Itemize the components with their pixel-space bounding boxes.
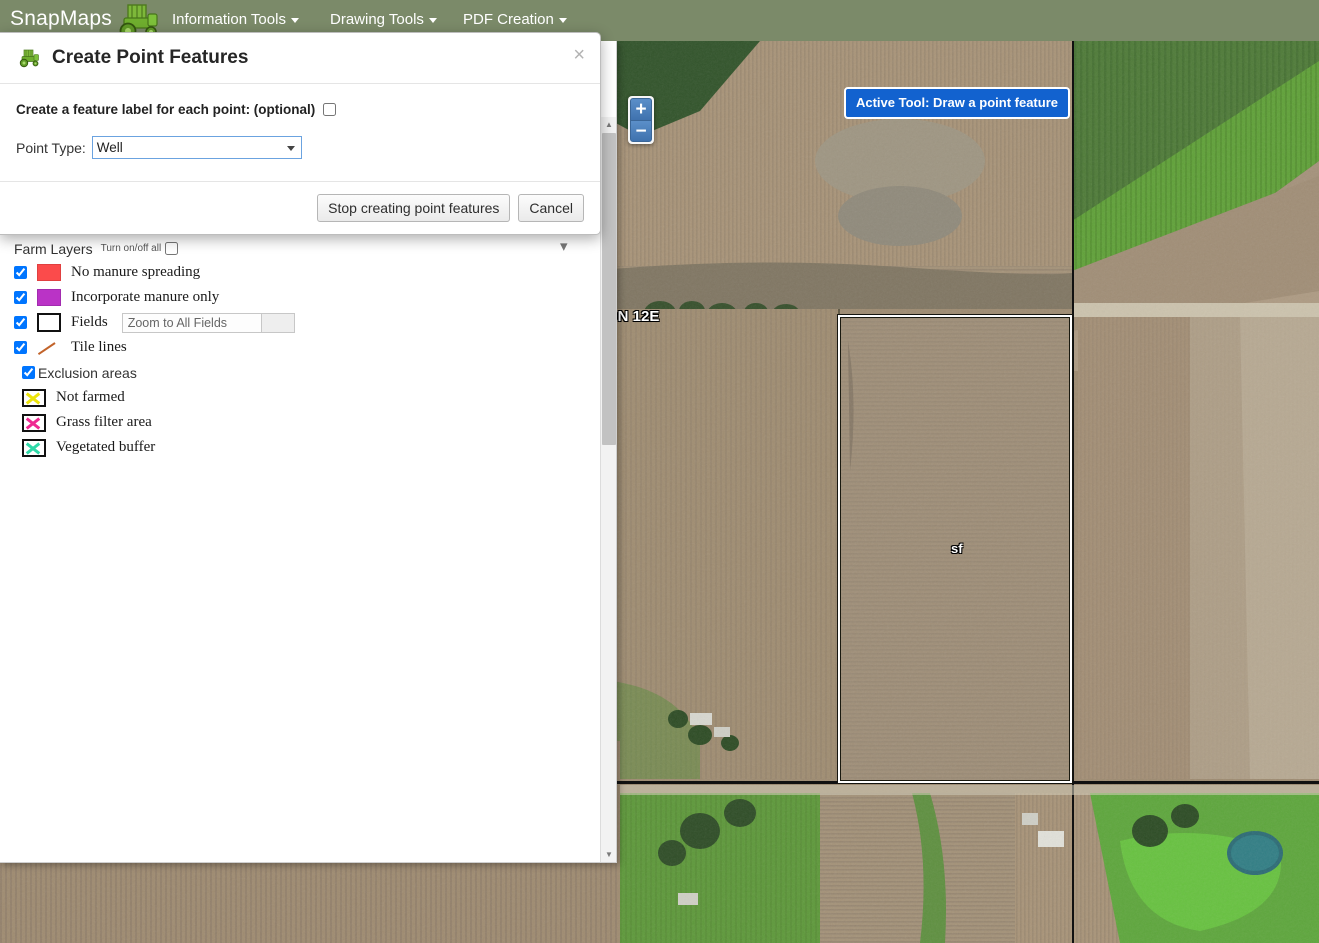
vegetated-buffer-swatch-icon	[22, 438, 46, 457]
tile-lines-swatch-icon	[37, 339, 61, 356]
not-farmed-swatch-icon	[22, 388, 46, 407]
feature-label-text: Create a feature label for each point: (…	[16, 102, 316, 117]
sidebar-scrollbar[interactable]: ▲ ▼	[600, 117, 616, 862]
group-toggle-all-checkbox-farm[interactable]	[165, 242, 179, 255]
grass-filter-area-swatch-icon	[22, 413, 46, 432]
layer-label-incorporate-manure: Incorporate manure only	[71, 289, 220, 305]
group-header-farm-layers[interactable]: Farm Layers Turn on/off all ▾	[0, 235, 600, 260]
group-title-exclusion: Exclusion areas	[38, 364, 137, 381]
point-type-select[interactable]: Well	[91, 136, 302, 159]
layer-label-not-farmed: Not farmed	[56, 389, 125, 405]
close-icon[interactable]: ×	[573, 45, 585, 65]
app-brand-title: SnapMaps	[10, 7, 112, 30]
layer-label-fields: Fields	[71, 314, 108, 330]
dialog-title: Create Point Features	[52, 47, 249, 68]
selected-field-label: sf	[951, 541, 963, 556]
feature-label-checkbox[interactable]	[323, 103, 337, 116]
app-root: ON 12E 4 sf + − Active Tool: Draw a poin…	[0, 0, 1319, 943]
point-type-value: Well	[96, 140, 123, 155]
layer-label-no-manure-spreading: No manure spreading	[71, 264, 201, 280]
feature-label-option-row[interactable]: Create a feature label for each point: (…	[16, 100, 584, 119]
caret-down-icon	[290, 17, 299, 23]
stop-creating-point-features-button[interactable]: Stop creating point features	[317, 194, 511, 222]
point-type-row: Point Type: Well	[16, 136, 584, 159]
scroll-up-arrow-icon[interactable]: ▲	[601, 117, 616, 133]
layer-label-vegetated-buffer: Vegetated buffer	[56, 439, 156, 455]
scrollbar-thumb[interactable]	[602, 133, 616, 445]
point-type-label: Point Type:	[16, 139, 86, 156]
layer-checkbox-fields[interactable]	[14, 316, 27, 329]
caret-down-icon	[558, 17, 567, 23]
zoom-to-all-fields-side-button[interactable]	[261, 312, 295, 333]
nav-label: PDF Creation	[463, 11, 554, 28]
zoom-in-button[interactable]: +	[630, 98, 652, 120]
active-tool-badge: Active Tool: Draw a point feature	[843, 87, 1070, 119]
group-header-exclusion-areas[interactable]: Exclusion areas ▾	[0, 360, 600, 385]
chevron-down-icon	[286, 146, 295, 151]
zoom-control[interactable]: + −	[628, 96, 654, 144]
nav-pdf-creation[interactable]: PDF Creation	[463, 11, 567, 28]
layer-row-not-farmed[interactable]: Not farmed	[0, 385, 600, 410]
zoom-out-button[interactable]: −	[630, 120, 652, 142]
dialog-body: Create a feature label for each point: (…	[0, 84, 600, 181]
layer-checkbox-tile-lines[interactable]	[14, 341, 27, 354]
zoom-to-all-fields-button[interactable]: Zoom to All Fields	[121, 312, 262, 333]
layer-checkbox-incorporate-manure[interactable]	[14, 291, 27, 304]
layer-row-fields[interactable]: Fields Zoom to All Fields	[0, 310, 600, 335]
fields-swatch-icon	[37, 313, 61, 332]
nav-label: Information Tools	[172, 11, 286, 28]
scroll-down-arrow-icon[interactable]: ▼	[601, 847, 616, 862]
layer-label-tile-lines: Tile lines	[71, 339, 127, 355]
group-toggle-all-label: Turn on/off all	[100, 243, 162, 254]
nav-label: Drawing Tools	[330, 11, 424, 28]
incorporate-manure-swatch-icon	[37, 289, 61, 306]
nav-information-tools[interactable]: Information Tools	[172, 11, 299, 28]
caret-down-icon	[428, 17, 437, 23]
no-manure-spreading-swatch-icon	[37, 264, 61, 281]
dialog-header: Create Point Features ×	[0, 33, 600, 84]
layer-row-grass-filter-area[interactable]: Grass filter area	[0, 410, 600, 435]
layer-label-grass-filter-area: Grass filter area	[56, 414, 152, 430]
layer-row-vegetated-buffer[interactable]: Vegetated buffer	[0, 435, 600, 460]
group-title: Farm Layers	[14, 240, 93, 257]
dialog-footer: Stop creating point features Cancel	[0, 181, 600, 234]
cancel-button[interactable]: Cancel	[518, 194, 584, 222]
layer-checkbox-no-manure-spreading[interactable]	[14, 266, 27, 279]
layer-row-incorporate-manure[interactable]: Incorporate manure only	[0, 285, 600, 310]
exclusion-areas-checkbox[interactable]	[22, 366, 35, 379]
layer-row-tile-lines[interactable]: Tile lines	[0, 335, 600, 360]
zoom-to-all-fields-control[interactable]: Zoom to All Fields	[121, 312, 295, 333]
exclusion-areas-list: Not farmed Grass filter area Vegetated b…	[0, 385, 600, 460]
layer-row-no-manure-spreading[interactable]: No manure spreading	[0, 260, 600, 285]
chevron-down-icon[interactable]: ▾	[560, 239, 576, 255]
tractor-icon	[19, 49, 39, 68]
create-point-features-dialog: Create Point Features × Create a feature…	[0, 32, 601, 235]
nav-drawing-tools[interactable]: Drawing Tools	[330, 11, 437, 28]
